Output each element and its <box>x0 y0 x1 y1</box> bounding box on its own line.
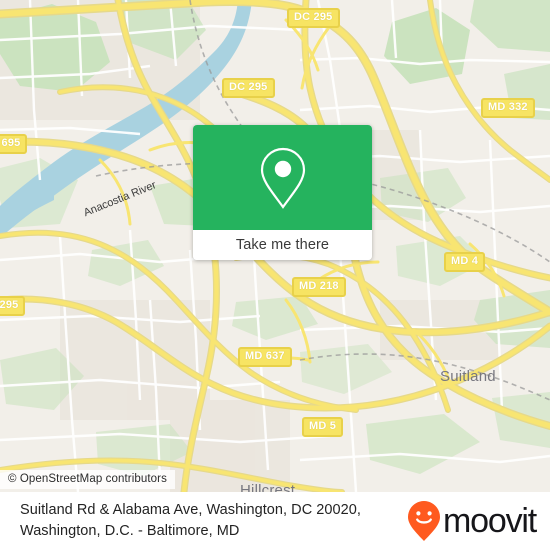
moovit-smiley-pin-icon <box>408 501 441 541</box>
road-shield: MD 332 <box>481 98 535 118</box>
address-text: Suitland Rd & Alabama Ave, Washington, D… <box>0 500 407 542</box>
address-line-1: Suitland Rd & Alabama Ave, Washington, D… <box>20 502 361 518</box>
osm-attribution[interactable]: © OpenStreetMap contributors <box>0 470 175 489</box>
footer-bar: Suitland Rd & Alabama Ave, Washington, D… <box>0 492 550 550</box>
road-shield: I 295 <box>0 296 26 316</box>
road-shield: DC 295 <box>222 78 275 98</box>
moovit-wordmark: moovit <box>443 502 537 540</box>
map-pin-icon <box>260 147 305 209</box>
take-me-there-label: Take me there <box>235 237 330 253</box>
map-canvas[interactable]: DC 295 DC 295 MD 332 I 695 I 295 MD 4 MD… <box>0 0 550 492</box>
road-shield: I 695 <box>0 134 28 154</box>
road-shield: MD 637 <box>238 347 292 367</box>
moovit-logo[interactable]: moovit <box>407 500 550 542</box>
take-me-there-card[interactable]: Take me there <box>193 125 372 260</box>
address-line-2: Washington, D.C. - Baltimore, MD <box>20 523 240 539</box>
road-shield: DC 295 <box>287 8 340 28</box>
map-screenshot: DC 295 DC 295 MD 332 I 695 I 295 MD 4 MD… <box>0 0 550 550</box>
road-shield: MD 218 <box>292 277 346 297</box>
take-me-there-button[interactable]: Take me there <box>193 230 372 260</box>
road-shield: MD 4 <box>444 252 486 272</box>
place-label-suitland: Suitland <box>440 368 496 385</box>
place-label-hillcrest: Hillcrest <box>240 482 296 492</box>
card-pin-area <box>193 125 372 230</box>
road-shield: MD 5 <box>302 417 344 437</box>
